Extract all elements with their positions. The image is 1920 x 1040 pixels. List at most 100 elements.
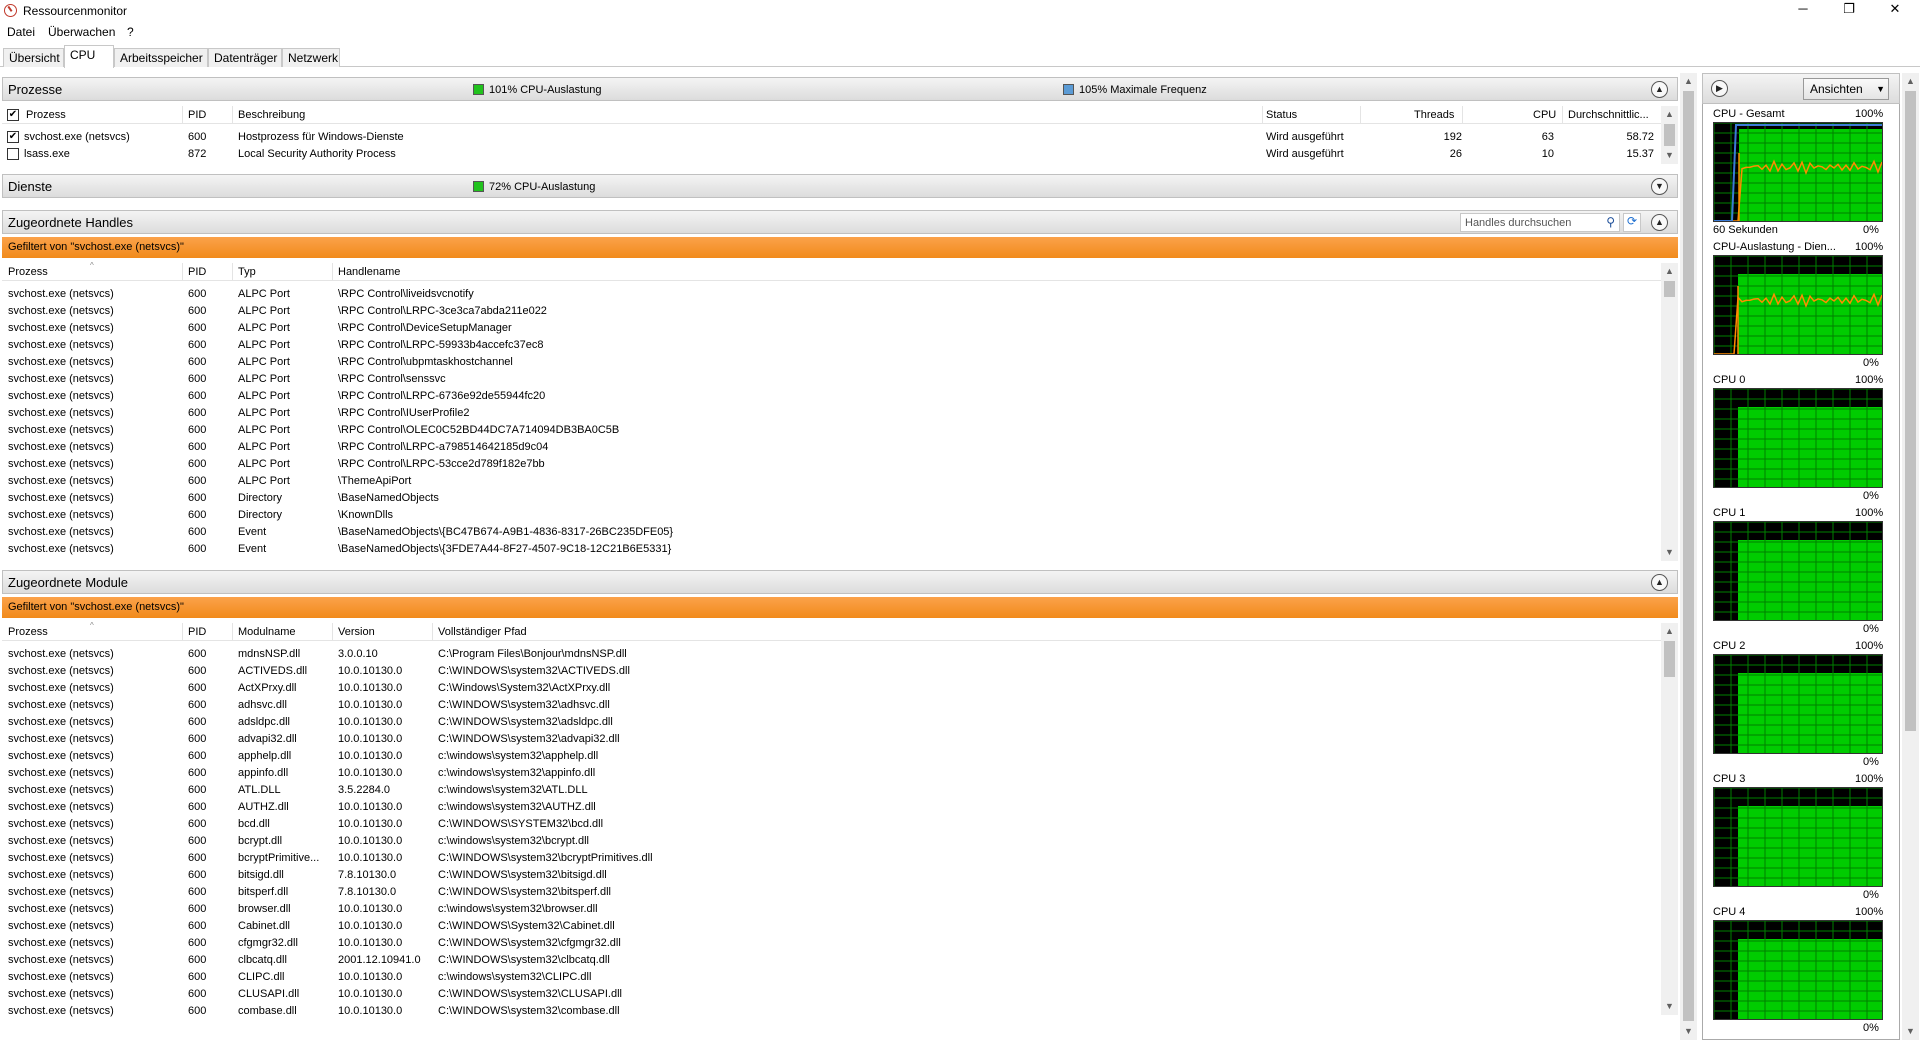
table-row[interactable]: svchost.exe (netsvcs) 600 Event \BaseNamedO… (2, 541, 1662, 558)
table-row[interactable]: svchost.exe (netsvcs) 600 bcrypt.dll 10.0.1… (2, 833, 1662, 850)
minimize-button[interactable]: ─ (1780, 0, 1826, 20)
restore-button[interactable]: ❐ (1826, 0, 1872, 20)
table-row[interactable]: svchost.exe (netsvcs) 600 ALPC Port \RPC Co… (2, 286, 1662, 303)
table-row[interactable]: svchost.exe (netsvcs) 600 ATL.DLL 3.5.2284.… (2, 782, 1662, 799)
modules-header[interactable]: Zugeordnete Module ▲ (2, 570, 1678, 594)
col-prozess[interactable]: Prozess (8, 626, 48, 638)
col-pid[interactable]: PID (188, 109, 206, 121)
graph-scrollbar[interactable]: ▲ ▼ (1902, 73, 1919, 1040)
table-row[interactable]: svchost.exe (netsvcs) 600 ALPC Port \RPC Co… (2, 405, 1662, 422)
col-modulname[interactable]: Modulname (238, 626, 295, 638)
menu-ueberwachen[interactable]: Überwachen (48, 25, 115, 39)
table-row[interactable]: svchost.exe (netsvcs) 600 ALPC Port \RPC Co… (2, 388, 1662, 405)
table-row[interactable]: svchost.exe (netsvcs) 600 Directory \KnownD… (2, 507, 1662, 524)
menu-help[interactable]: ? (127, 25, 134, 39)
tab-datentraeger[interactable]: Datenträger (208, 48, 282, 67)
table-row[interactable]: svchost.exe (netsvcs) 600 Event \BaseNamedO… (2, 524, 1662, 541)
handles-scrollbar[interactable]: ▲ ▼ (1661, 263, 1678, 561)
col-prozess[interactable]: Prozess (8, 266, 48, 278)
cell-version: 10.0.10130.0 (338, 988, 403, 1000)
table-row[interactable]: svchost.exe (netsvcs) 600 ACTIVEDS.dll 10.0… (2, 663, 1662, 680)
col-typ[interactable]: Typ (238, 266, 256, 278)
scroll-down-icon[interactable]: ▼ (1661, 544, 1678, 561)
col-version[interactable]: Version (338, 626, 375, 638)
col-pid[interactable]: PID (188, 626, 206, 638)
table-row[interactable]: svchost.exe (netsvcs) 600 ALPC Port \RPC Co… (2, 303, 1662, 320)
scroll-down-icon[interactable]: ▼ (1661, 998, 1678, 1015)
process-checkbox[interactable]: ✔ (7, 131, 19, 143)
tab-cpu[interactable]: CPU (64, 45, 114, 68)
table-row[interactable]: svchost.exe (netsvcs) 600 combase.dll 10.0.… (2, 1003, 1662, 1020)
process-row[interactable]: ✔ svchost.exe (netsvcs) 600 Hostprozess … (2, 129, 1662, 146)
tab-netzwerk[interactable]: Netzwerk (282, 48, 340, 67)
col-pfad[interactable]: Vollständiger Pfad (438, 626, 527, 638)
scroll-up-icon[interactable]: ▲ (1902, 73, 1919, 90)
processes-scrollbar[interactable]: ▲ ▼ (1661, 106, 1678, 164)
table-row[interactable]: svchost.exe (netsvcs) 600 ALPC Port \RPC Co… (2, 422, 1662, 439)
table-row[interactable]: svchost.exe (netsvcs) 600 ALPC Port \RPC Co… (2, 320, 1662, 337)
table-row[interactable]: svchost.exe (netsvcs) 600 AUTHZ.dll 10.0.10… (2, 799, 1662, 816)
table-row[interactable]: svchost.exe (netsvcs) 600 Directory \BaseNa… (2, 490, 1662, 507)
table-row[interactable]: svchost.exe (netsvcs) 600 ALPC Port \RPC Co… (2, 337, 1662, 354)
views-button[interactable]: Ansichten ▼ (1803, 78, 1889, 100)
expand-services-button[interactable]: ▼ (1651, 178, 1668, 195)
scroll-down-icon[interactable]: ▼ (1661, 147, 1678, 164)
process-row[interactable]: lsass.exe 872 Local Security Authority P… (2, 146, 1662, 163)
table-row[interactable]: svchost.exe (netsvcs) 600 bitsperf.dll 7.8.… (2, 884, 1662, 901)
table-row[interactable]: svchost.exe (netsvcs) 600 cfgmgr32.dll 10.0… (2, 935, 1662, 952)
handles-search-input[interactable] (1461, 214, 1591, 231)
table-row[interactable]: svchost.exe (netsvcs) 600 CLUSAPI.dll 10.0.… (2, 986, 1662, 1003)
refresh-icon[interactable]: ⟳ (1623, 213, 1641, 232)
process-checkbox[interactable] (7, 148, 19, 160)
table-row[interactable]: svchost.exe (netsvcs) 600 adhsvc.dll 10.0.1… (2, 697, 1662, 714)
col-durchschnitt[interactable]: Durchschnittlic... (1568, 109, 1649, 121)
table-row[interactable]: svchost.exe (netsvcs) 600 CLIPC.dll 10.0.10… (2, 969, 1662, 986)
scroll-up-icon[interactable]: ▲ (1680, 73, 1697, 90)
table-row[interactable]: svchost.exe (netsvcs) 600 ALPC Port \RPC Co… (2, 456, 1662, 473)
tab-arbeitsspeicher[interactable]: Arbeitsspeicher (114, 48, 208, 67)
scroll-down-icon[interactable]: ▼ (1902, 1023, 1919, 1040)
table-row[interactable]: svchost.exe (netsvcs) 600 apphelp.dll 10.0.… (2, 748, 1662, 765)
handles-header[interactable]: Zugeordnete Handles ▲ (2, 210, 1678, 234)
scroll-down-icon[interactable]: ▼ (1680, 1023, 1697, 1040)
search-icon[interactable]: ⚲ (1606, 215, 1615, 229)
table-row[interactable]: svchost.exe (netsvcs) 600 ActXPrxy.dll 10.0… (2, 680, 1662, 697)
handles-search-box[interactable]: ⚲ (1460, 213, 1620, 232)
table-row[interactable]: svchost.exe (netsvcs) 600 adsldpc.dll 10.0.… (2, 714, 1662, 731)
table-row[interactable]: svchost.exe (netsvcs) 600 Cabinet.dll 10.0.… (2, 918, 1662, 935)
close-button[interactable]: ✕ (1872, 0, 1918, 20)
main-scrollbar[interactable]: ▲ ▼ (1680, 73, 1697, 1040)
col-handlename[interactable]: Handlename (338, 266, 400, 278)
select-all-checkbox[interactable]: ✔ (7, 109, 19, 121)
collapse-graphs-button[interactable]: ▶ (1711, 80, 1728, 97)
col-beschreibung[interactable]: Beschreibung (238, 109, 305, 121)
collapse-processes-button[interactable]: ▲ (1651, 81, 1668, 98)
col-status[interactable]: Status (1266, 109, 1297, 121)
services-header[interactable]: Dienste 72% CPU-Auslastung ▼ (2, 174, 1678, 198)
table-row[interactable]: svchost.exe (netsvcs) 600 bcryptPrimitive.… (2, 850, 1662, 867)
table-row[interactable]: svchost.exe (netsvcs) 600 bcd.dll 10.0.1013… (2, 816, 1662, 833)
collapse-handles-button[interactable]: ▲ (1651, 214, 1668, 231)
processes-header[interactable]: Prozesse 101% CPU-Auslastung 105% Maxima… (2, 77, 1678, 101)
col-prozess[interactable]: Prozess (26, 109, 66, 121)
col-threads[interactable]: Threads (1414, 109, 1454, 121)
scroll-up-icon[interactable]: ▲ (1661, 106, 1678, 123)
modules-scrollbar[interactable]: ▲ ▼ (1661, 623, 1678, 1015)
scroll-up-icon[interactable]: ▲ (1661, 263, 1678, 280)
table-row[interactable]: svchost.exe (netsvcs) 600 browser.dll 10.0.… (2, 901, 1662, 918)
table-row[interactable]: svchost.exe (netsvcs) 600 ALPC Port \ThemeA… (2, 473, 1662, 490)
table-row[interactable]: svchost.exe (netsvcs) 600 clbcatq.dll 2001.… (2, 952, 1662, 969)
table-row[interactable]: svchost.exe (netsvcs) 600 ALPC Port \RPC Co… (2, 371, 1662, 388)
collapse-modules-button[interactable]: ▲ (1651, 574, 1668, 591)
scroll-up-icon[interactable]: ▲ (1661, 623, 1678, 640)
table-row[interactable]: svchost.exe (netsvcs) 600 advapi32.dll 10.0… (2, 731, 1662, 748)
table-row[interactable]: svchost.exe (netsvcs) 600 ALPC Port \RPC Co… (2, 439, 1662, 456)
table-row[interactable]: svchost.exe (netsvcs) 600 appinfo.dll 10.0.… (2, 765, 1662, 782)
tab-uebersicht[interactable]: Übersicht (3, 48, 64, 67)
col-pid[interactable]: PID (188, 266, 206, 278)
table-row[interactable]: svchost.exe (netsvcs) 600 bitsigd.dll 7.8.1… (2, 867, 1662, 884)
col-cpu[interactable]: CPU (1533, 109, 1556, 121)
table-row[interactable]: svchost.exe (netsvcs) 600 mdnsNSP.dll 3.0.0… (2, 646, 1662, 663)
table-row[interactable]: svchost.exe (netsvcs) 600 ALPC Port \RPC Co… (2, 354, 1662, 371)
menu-datei[interactable]: Datei (7, 25, 35, 39)
